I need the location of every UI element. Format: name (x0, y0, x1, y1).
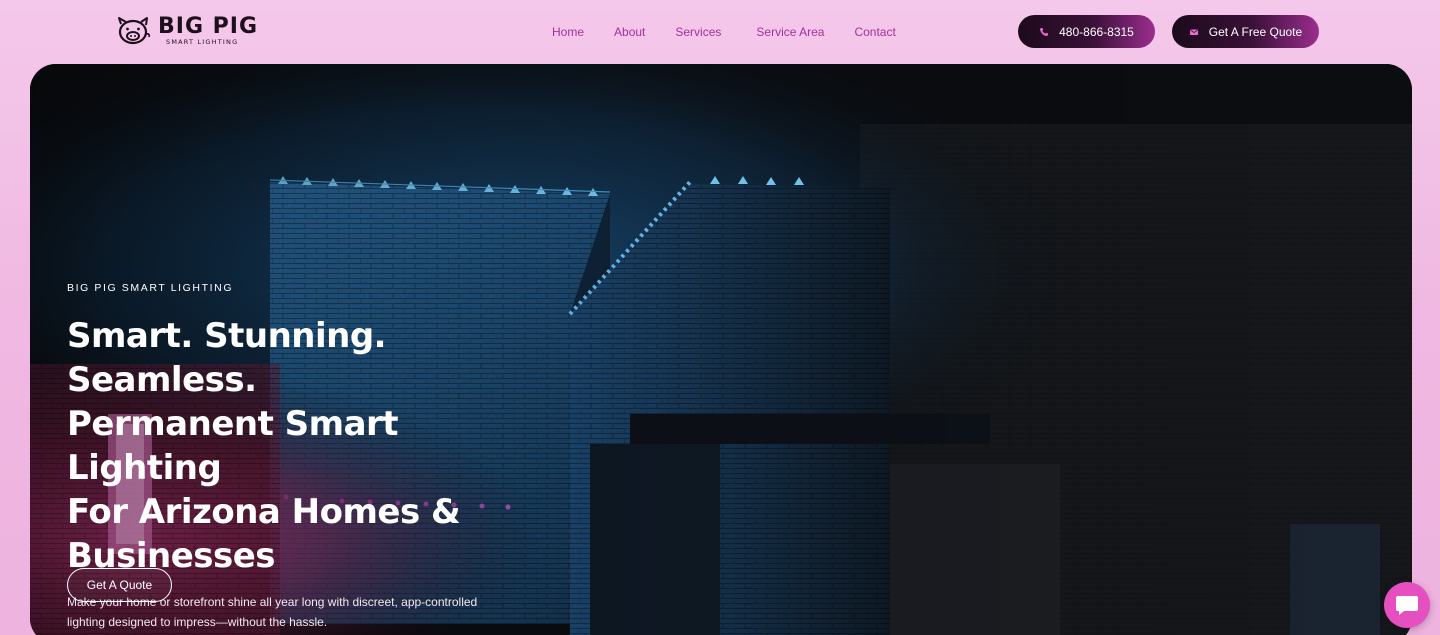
nav-contact-label: Contact (854, 25, 896, 39)
logo-text: BIG PIG SMART LIGHTING (158, 13, 259, 47)
free-quote-button-label: Get A Free Quote (1208, 24, 1303, 39)
nav-service-area[interactable]: Service Area (756, 25, 824, 39)
logo-title: BIG PIG (158, 13, 259, 39)
free-quote-button[interactable]: Get A Free Quote (1172, 15, 1319, 48)
call-button[interactable]: 480-866-8315 (1018, 15, 1155, 48)
chat-button[interactable] (1384, 582, 1430, 628)
nav-contact[interactable]: Contact (854, 25, 895, 39)
call-button-label: 480-866-8315 (1059, 24, 1134, 39)
nav-home[interactable]: Home (552, 25, 584, 39)
hero-eyebrow: BIG PIG SMART LIGHTING (67, 282, 234, 294)
site-header: BIG PIG SMART LIGHTING Home About Servic… (0, 0, 1440, 64)
hero-headline: Smart. Stunning. Seamless. Permanent Sma… (67, 316, 461, 576)
get-quote-button[interactable]: Get A Quote (67, 568, 172, 602)
nav-about-label: About (614, 25, 646, 39)
nav-services[interactable]: Services (675, 25, 726, 39)
main-nav: Home About Services Service Area Contact (552, 24, 926, 40)
logo[interactable]: BIG PIG SMART LIGHTING (116, 14, 292, 48)
pig-logo-icon (118, 17, 150, 45)
nav-services-label: Services (675, 25, 722, 39)
logo-tagline: SMART LIGHTING (166, 37, 239, 46)
phone-icon (1040, 27, 1049, 36)
mail-icon (1189, 28, 1198, 35)
get-quote-button-label: Get A Quote (86, 578, 153, 592)
hero-section: BIG PIG SMART LIGHTING Smart. Stunning. … (30, 64, 1412, 635)
nav-home-label: Home (552, 25, 585, 39)
nav-about[interactable]: About (614, 25, 645, 39)
chat-bubble-icon (1396, 596, 1418, 615)
nav-service-area-label: Service Area (756, 25, 825, 39)
